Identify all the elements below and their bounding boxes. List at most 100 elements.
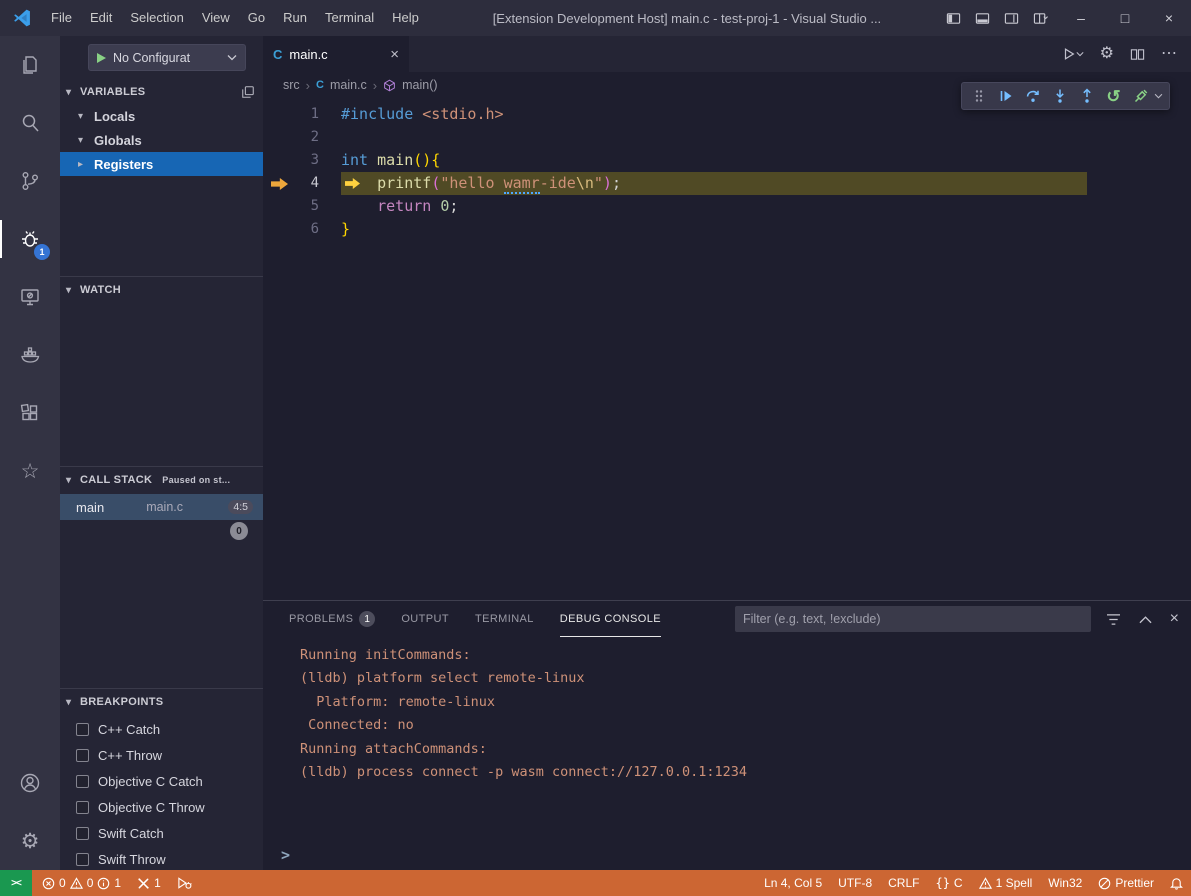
settings-button[interactable]: ⚙ [0,812,60,870]
toggle-sidebar-icon[interactable] [946,11,961,26]
breakpoint-item[interactable]: Objective C Catch [60,768,263,794]
chevron-up-icon[interactable] [1139,615,1152,624]
breakpoint-item[interactable]: C++ Catch [60,716,263,742]
gutter-glyph-margin[interactable] [263,218,293,241]
breakpoint-item[interactable]: Swift Catch [60,820,263,846]
variables-actions-icon[interactable] [241,85,255,99]
breadcrumb-symbol[interactable]: main() [402,78,437,92]
toolbar-drag-handle[interactable] [965,83,992,109]
toggle-panel-icon[interactable] [975,11,990,26]
code-text: int main(){ [341,149,440,172]
menu-terminal[interactable]: Terminal [316,0,383,36]
variables-item-locals[interactable]: ▾Locals [60,104,263,128]
menu-file[interactable]: File [42,0,81,36]
gutter-glyph-margin[interactable] [263,149,293,172]
code-line[interactable]: 2 [263,126,1191,149]
restart-button[interactable]: ↺ [1100,83,1127,109]
close-panel-icon[interactable]: × [1170,610,1179,628]
remote-indicator[interactable]: >< [0,870,32,896]
step-over-button[interactable] [1019,83,1046,109]
breakpoint-item[interactable]: Swift Throw [60,846,263,870]
language-mode[interactable]: {} C [927,870,970,896]
gear-icon[interactable]: ⚙ [1100,46,1114,62]
variables-item-registers[interactable]: ▸Registers [60,152,263,176]
sidebar-item-docker[interactable] [0,326,60,384]
continue-button[interactable] [992,83,1019,109]
tasks-status[interactable]: 1 [129,870,169,896]
gutter-glyph-margin[interactable] [263,126,293,149]
filter-lines-icon[interactable] [1106,613,1121,626]
menu-go[interactable]: Go [239,0,274,36]
panel-tab-terminal[interactable]: TERMINAL [475,601,534,637]
console-filter-input[interactable] [735,606,1091,632]
step-out-button[interactable] [1073,83,1100,109]
breakpoint-item[interactable]: C++ Throw [60,742,263,768]
sidebar-item-run-and-debug[interactable]: 1 [0,210,60,268]
breakpoint-item[interactable]: Objective C Throw [60,794,263,820]
menu-view[interactable]: View [193,0,239,36]
notifications-bell[interactable] [1162,870,1191,896]
accounts-button[interactable] [0,754,60,812]
gutter-glyph-margin[interactable] [263,195,293,218]
variables-item-globals[interactable]: ▾Globals [60,128,263,152]
maximize-button[interactable]: □ [1103,0,1147,36]
problems-status[interactable]: 0 0 1 [34,870,129,896]
code-line[interactable]: 3int main(){ [263,149,1191,172]
cursor-position[interactable]: Ln 4, Col 5 [756,870,830,896]
close-button[interactable]: × [1147,0,1191,36]
start-debug-icon[interactable] [97,53,106,63]
code-line[interactable]: 4 printf("hello wamr-ide\n"); [263,172,1191,195]
sidebar-item-favorites[interactable]: ☆ [0,442,60,500]
breakpoint-checkbox[interactable] [76,827,89,840]
gutter-glyph-margin[interactable] [263,103,293,126]
sidebar-item-source-control[interactable] [0,152,60,210]
breakpoint-checkbox[interactable] [76,723,89,736]
code-editor[interactable]: 1#include <stdio.h>23int main(){4 printf… [263,98,1191,600]
code-line[interactable]: 6} [263,218,1191,241]
breadcrumb-file[interactable]: main.c [330,78,367,92]
breakpoint-checkbox[interactable] [76,853,89,866]
debug-status[interactable] [169,870,200,896]
breakpoint-checkbox[interactable] [76,775,89,788]
split-editor-icon[interactable] [1130,47,1145,62]
gutter-glyph-margin[interactable] [263,172,293,195]
call-stack-section-header[interactable]: ▾ CALL STACK Paused on st... [60,468,263,492]
breakpoint-checkbox[interactable] [76,749,89,762]
breakpoint-checkbox[interactable] [76,801,89,814]
sidebar-item-explorer[interactable] [0,36,60,94]
tab-main-c[interactable]: C main.c × [263,36,409,72]
toggle-secondary-sidebar-icon[interactable] [1004,11,1019,26]
customize-layout-icon[interactable] [1033,11,1049,26]
debug-session-dropdown[interactable] [1154,93,1166,99]
disconnect-button[interactable] [1127,83,1154,109]
console-input-prompt[interactable]: > [281,846,290,864]
breakpoints-section-header[interactable]: ▾ BREAKPOINTS [60,690,263,714]
tab-close-icon[interactable]: × [390,46,399,63]
run-or-debug-button[interactable] [1062,47,1084,61]
formatter-status[interactable]: Prettier [1090,870,1162,896]
watch-section-header[interactable]: ▾ WATCH [60,278,263,302]
menu-edit[interactable]: Edit [81,0,121,36]
minimize-button[interactable]: – [1059,0,1103,36]
menu-help[interactable]: Help [383,0,428,36]
panel-tab-debug-console[interactable]: DEBUG CONSOLE [560,601,661,637]
panel-tab-output[interactable]: OUTPUT [401,601,449,637]
sidebar-item-extensions[interactable] [0,384,60,442]
menu-run[interactable]: Run [274,0,316,36]
debug-configuration-dropdown[interactable]: No Configurat [88,44,246,71]
spell-checker-status[interactable]: 1 Spell [971,870,1041,896]
c-language-icon: C [273,47,282,62]
breadcrumb-folder[interactable]: src [283,78,300,92]
encoding-indicator[interactable]: UTF-8 [830,870,880,896]
sidebar-item-search[interactable] [0,94,60,152]
sidebar-item-remote-explorer[interactable] [0,268,60,326]
variables-section-header[interactable]: ▾ VARIABLES [60,80,263,104]
step-into-button[interactable] [1046,83,1073,109]
eol-indicator[interactable]: CRLF [880,870,927,896]
code-line[interactable]: 5 return 0; [263,195,1191,218]
platform-indicator[interactable]: Win32 [1040,870,1090,896]
menu-selection[interactable]: Selection [121,0,192,36]
more-actions-icon[interactable]: ⋯ [1161,46,1177,62]
panel-tab-problems[interactable]: PROBLEMS1 [289,601,375,637]
call-stack-frame[interactable]: main main.c 4:5 [60,494,263,520]
